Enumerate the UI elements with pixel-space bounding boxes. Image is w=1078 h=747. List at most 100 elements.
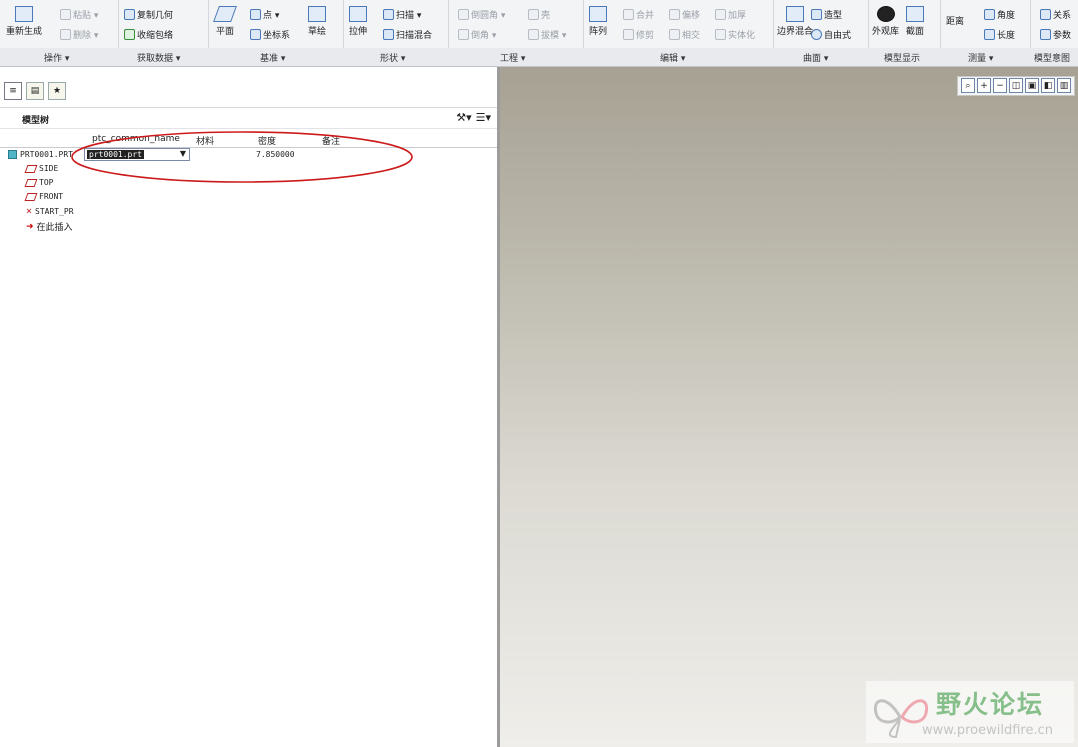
boundary-blend-button[interactable]: 边界混合 <box>777 6 813 37</box>
folder-browser-icon: ▤ <box>30 86 40 96</box>
freestyle-button[interactable]: 自由式 <box>811 28 851 41</box>
tab-folder-browser[interactable]: ▤ <box>26 82 44 100</box>
navigator-panel: ≡ ▤ ★ 模型树 ⚒▾ ☰▾ ptc_common_name 材料 密度 备注… <box>0 67 500 747</box>
shell-button[interactable]: 壳 <box>528 8 550 21</box>
sweep-icon <box>383 9 394 20</box>
repaint-icon[interactable]: ◫ <box>1009 78 1023 93</box>
freestyle-icon <box>811 29 822 40</box>
tab-model-tree[interactable]: ≡ <box>4 82 22 100</box>
merge-icon <box>623 9 634 20</box>
appearance-sphere-icon <box>876 6 895 22</box>
group-label-editing[interactable]: 编辑 ▾ <box>660 51 685 64</box>
display-style-icon[interactable]: ▣ <box>1025 78 1039 93</box>
appearance-gallery-button[interactable]: 外观库 <box>872 6 899 37</box>
chamfer-button[interactable]: 倒角 ▾ <box>458 28 496 41</box>
group-label-engineering[interactable]: 工程 ▾ <box>500 51 525 64</box>
model-tree-tools: ⚒▾ ☰▾ <box>456 111 491 124</box>
annotation-ellipse-shape <box>71 131 413 183</box>
plane-button[interactable]: 平面 <box>213 6 237 37</box>
trim-button[interactable]: 修剪 <box>623 28 654 41</box>
view-toolbar: ⌕ + − ◫ ▣ ◧ ▥ <box>957 76 1075 96</box>
tree-item-front[interactable]: FRONT <box>24 192 63 201</box>
delete-button[interactable]: 删除 ▾ <box>60 28 98 41</box>
pattern-button[interactable]: 阵列 <box>589 6 607 37</box>
group-label-model-display[interactable]: 模型显示 <box>884 51 920 64</box>
coordinate-system-button[interactable]: 坐标系 <box>250 28 290 41</box>
parameters-button[interactable]: 参数 <box>1040 28 1071 41</box>
tree-root-row[interactable]: PRT0001.PRT <box>8 150 73 159</box>
tree-item-insert-here[interactable]: ➜ 在此插入 <box>26 220 73 234</box>
angle-button[interactable]: 角度 <box>984 8 1015 21</box>
group-label-operations[interactable]: 操作 ▾ <box>44 51 69 64</box>
section-icon <box>906 6 924 22</box>
shrinkwrap-button[interactable]: 收缩包络 <box>124 28 173 41</box>
sketch-button[interactable]: 草绘 <box>308 6 326 37</box>
round-button[interactable]: 倒圆角 ▾ <box>458 8 505 21</box>
round-icon <box>458 9 469 20</box>
angle-icon <box>984 9 995 20</box>
length-button[interactable]: 长度 <box>984 28 1015 41</box>
group-label-measure[interactable]: 测量 ▾ <box>968 51 993 64</box>
swept-blend-button[interactable]: 扫描混合 <box>383 28 432 41</box>
favorites-icon: ★ <box>52 86 62 96</box>
navigator-tabs: ≡ ▤ ★ <box>4 82 66 100</box>
copy-button[interactable]: 粘贴 ▾ <box>60 8 98 21</box>
tab-favorites[interactable]: ★ <box>48 82 66 100</box>
group-label-datum[interactable]: 基准 ▾ <box>260 51 285 64</box>
view-manager-icon[interactable]: ▥ <box>1057 78 1071 93</box>
coordinate-system-icon <box>250 29 261 40</box>
point-button[interactable]: 点 ▾ <box>250 8 279 21</box>
merge-button[interactable]: 合并 <box>623 8 654 21</box>
regenerate-icon <box>15 6 33 22</box>
tree-item-side[interactable]: SIDE <box>24 164 58 173</box>
tree-settings-icon[interactable]: ⚒▾ <box>456 111 471 124</box>
length-icon <box>984 29 995 40</box>
saved-views-icon[interactable]: ◧ <box>1041 78 1055 93</box>
group-shapes: 拉伸 扫描 ▾ 扫描混合 <box>343 0 449 48</box>
tree-item-top[interactable]: TOP <box>24 178 53 187</box>
relations-button[interactable]: 关系 <box>1040 8 1071 21</box>
group-label-surfaces[interactable]: 曲面 ▾ <box>803 51 828 64</box>
solidify-button[interactable]: 实体化 <box>715 28 755 41</box>
intersect-icon <box>669 29 680 40</box>
zoom-in-icon[interactable]: + <box>977 78 991 93</box>
group-model-intent: 关系 参数 <box>1030 0 1078 48</box>
copy-geometry-button[interactable]: 复制几何 <box>124 8 173 21</box>
tree-show-icon[interactable]: ☰▾ <box>476 111 491 124</box>
section-button[interactable]: 截面 <box>906 6 924 37</box>
plane-icon <box>213 6 237 22</box>
group-operations: 重新生成 粘贴 ▾ 删除 ▾ <box>0 0 119 48</box>
draft-icon <box>528 29 539 40</box>
part-icon <box>8 150 17 159</box>
regenerate-button[interactable]: 重新生成 <box>6 6 42 37</box>
group-engineering: 倒圆角 ▾ 倒角 ▾ 壳 拔模 ▾ <box>448 0 584 48</box>
intersect-button[interactable]: 相交 <box>669 28 700 41</box>
style-button[interactable]: 造型 <box>811 8 842 21</box>
group-label-model-intent[interactable]: 模型意图 <box>1034 51 1070 64</box>
ribbon-toolbar: 重新生成 粘贴 ▾ 删除 ▾ 复制几何 收缩包络 平面 点 ▾ 坐标系 草绘 拉… <box>0 0 1078 49</box>
copy-geometry-icon <box>124 9 135 20</box>
solidify-icon <box>715 29 726 40</box>
model-tree-icon: ≡ <box>9 86 17 96</box>
offset-icon <box>669 9 680 20</box>
graphics-area[interactable]: ⌕ + − ◫ ▣ ◧ ▥ <box>500 67 1078 747</box>
extrude-button[interactable]: 拉伸 <box>349 6 367 37</box>
thicken-button[interactable]: 加厚 <box>715 8 746 21</box>
zoom-out-icon[interactable]: − <box>993 78 1007 93</box>
annotation-ellipse <box>71 131 413 183</box>
draft-button[interactable]: 拔模 ▾ <box>528 28 566 41</box>
distance-button[interactable]: 距离 <box>946 14 964 27</box>
tree-item-start-csys[interactable]: ⨯ START_PR <box>26 206 74 217</box>
thicken-icon <box>715 9 726 20</box>
offset-button[interactable]: 偏移 <box>669 8 700 21</box>
ribbon-group-labels: 操作 ▾ 获取数据 ▾ 基准 ▾ 形状 ▾ 工程 ▾ 编辑 ▾ 曲面 ▾ 模型显… <box>0 48 1078 67</box>
datum-plane-icon <box>24 178 38 187</box>
group-measure: 距离 角度 长度 <box>940 0 1031 48</box>
insert-here-icon: ➜ <box>26 221 34 232</box>
refit-icon[interactable]: ⌕ <box>961 78 975 93</box>
group-label-get-data[interactable]: 获取数据 ▾ <box>137 51 180 64</box>
model-tree-title: 模型树 <box>22 116 50 126</box>
datum-plane-icon <box>24 164 38 173</box>
group-label-shapes[interactable]: 形状 ▾ <box>380 51 405 64</box>
sweep-button[interactable]: 扫描 ▾ <box>383 8 421 21</box>
